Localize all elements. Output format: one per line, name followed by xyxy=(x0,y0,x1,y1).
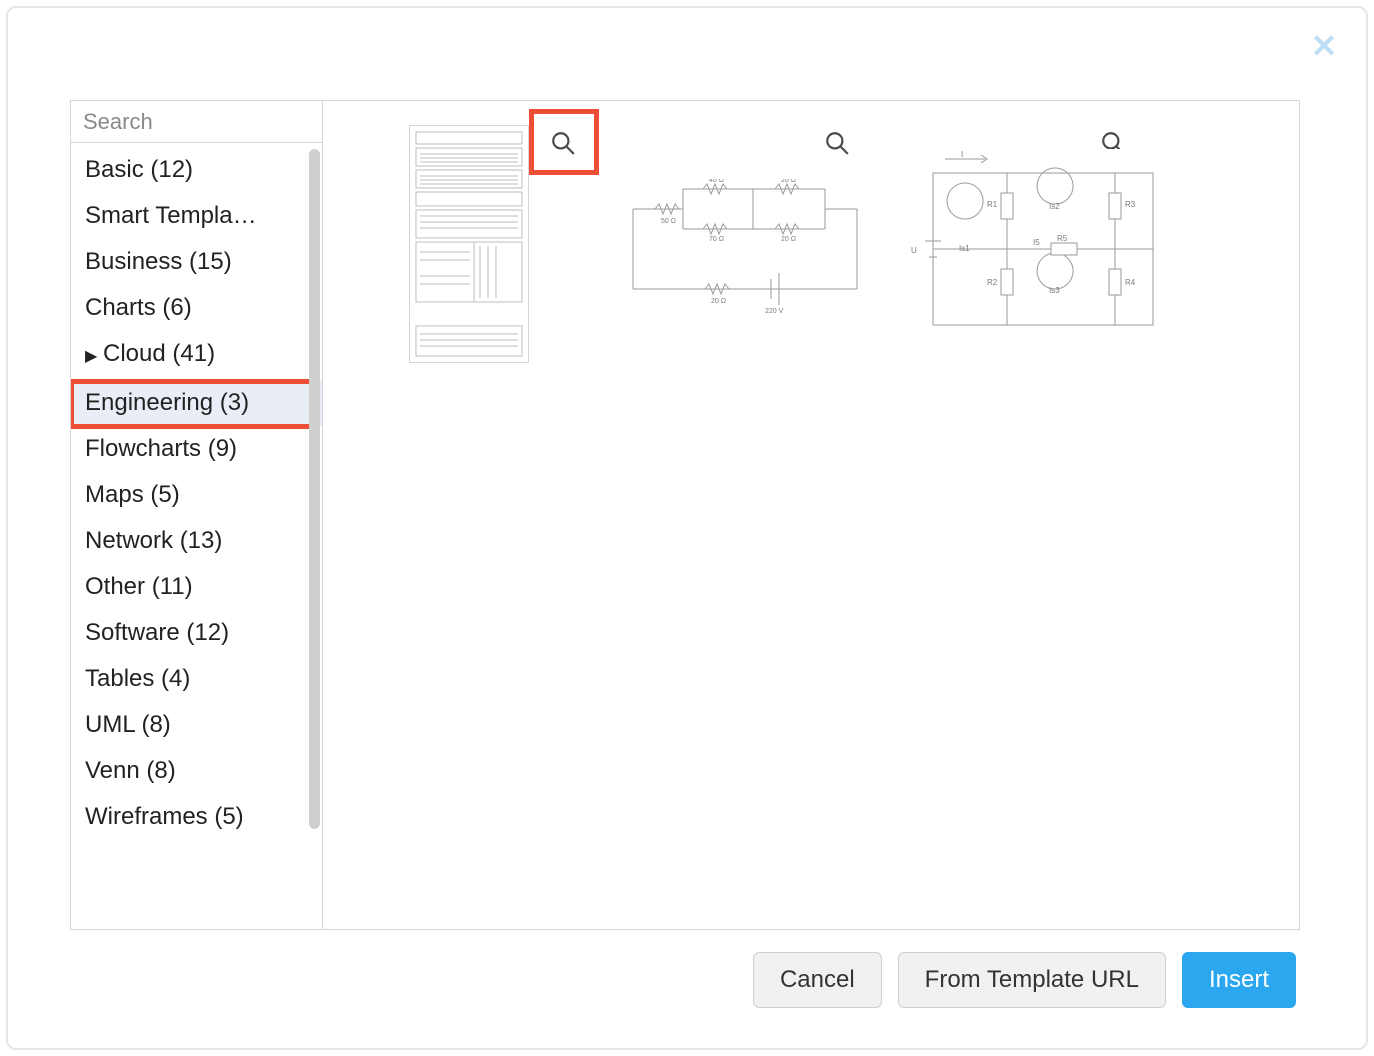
template-thumb-2[interactable]: 50 Ω 40 Ω 20 Ω 70 Ω 20 Ω 20 Ω 220 V xyxy=(615,179,875,319)
category-label: Venn (8) xyxy=(85,757,176,784)
insert-button[interactable]: Insert xyxy=(1182,952,1296,1008)
category-item[interactable]: UML (8) xyxy=(71,702,322,748)
category-item[interactable]: Business (15) xyxy=(71,239,322,285)
label-r40: 40 Ω xyxy=(709,179,724,184)
category-item[interactable]: Charts (6) xyxy=(71,285,322,331)
label-R4: R4 xyxy=(1125,278,1136,287)
label-r50: 50 Ω xyxy=(661,218,676,225)
category-sidebar: Basic (12) Smart Templa… Business (15) Char… xyxy=(70,100,323,930)
scrollbar-thumb[interactable] xyxy=(309,149,320,829)
category-item[interactable]: Smart Templa… xyxy=(71,193,322,239)
dialog-footer: Cancel From Template URL Insert xyxy=(70,952,1296,1008)
category-label: Other (11) xyxy=(85,573,193,600)
category-label: Wireframes (5) xyxy=(85,803,244,830)
cancel-button[interactable]: Cancel xyxy=(753,952,882,1008)
label-r20c: 20 Ω xyxy=(711,298,726,305)
label-I: I xyxy=(961,150,963,159)
category-list: Basic (12) Smart Templa… Business (15) Char… xyxy=(71,143,322,848)
category-item[interactable]: ▶Cloud (41) xyxy=(71,331,322,380)
label-is3: Is3 xyxy=(1049,286,1060,295)
category-label: Engineering (3) xyxy=(85,389,249,416)
zoom-template-1[interactable] xyxy=(547,127,579,159)
category-label: Tables (4) xyxy=(85,665,190,692)
label-R1: R1 xyxy=(987,200,998,209)
close-icon[interactable]: ✕ xyxy=(1308,30,1340,62)
dialog-content: Basic (12) Smart Templa… Business (15) Char… xyxy=(70,100,1300,930)
category-item[interactable]: Venn (8) xyxy=(71,748,322,794)
category-label: Smart Templa… xyxy=(85,202,257,229)
category-item[interactable]: Network (13) xyxy=(71,518,322,564)
search-row xyxy=(71,101,322,143)
label-U: U xyxy=(911,246,917,255)
template-dialog: ✕ Basic (12) Smart Templa… Business (15) Ch… xyxy=(6,6,1368,1050)
label-is2: Is2 xyxy=(1049,202,1060,211)
category-label: Basic (12) xyxy=(85,156,193,183)
template-preview-pane: 50 Ω 40 Ω 20 Ω 70 Ω 20 Ω 20 Ω 220 V xyxy=(323,100,1299,930)
category-label: Network (13) xyxy=(85,527,222,554)
category-item[interactable]: Flowcharts (9) xyxy=(71,426,322,472)
category-item[interactable]: Engineering (3) xyxy=(71,380,322,426)
category-label: Cloud (41) xyxy=(103,340,215,367)
category-item[interactable]: Wireframes (5) xyxy=(71,794,322,840)
category-label: Business (15) xyxy=(85,248,232,275)
zoom-template-2[interactable] xyxy=(821,127,853,159)
category-label: Maps (5) xyxy=(85,481,180,508)
category-item[interactable]: Maps (5) xyxy=(71,472,322,518)
category-item[interactable]: Other (11) xyxy=(71,564,322,610)
category-item[interactable]: Tables (4) xyxy=(71,656,322,702)
label-I5: I5 xyxy=(1033,238,1040,247)
label-R5: R5 xyxy=(1057,234,1068,243)
label-R3: R3 xyxy=(1125,200,1136,209)
label-is1: Is1 xyxy=(959,244,970,253)
label-r70: 70 Ω xyxy=(709,236,724,243)
chevron-right-icon: ▶ xyxy=(85,342,103,372)
category-list-scroll[interactable]: Basic (12) Smart Templa… Business (15) Char… xyxy=(71,143,322,929)
category-label: UML (8) xyxy=(85,711,171,738)
from-template-url-button[interactable]: From Template URL xyxy=(898,952,1166,1008)
category-label: Charts (6) xyxy=(85,294,192,321)
category-label: Software (12) xyxy=(85,619,229,646)
label-R2: R2 xyxy=(987,278,998,287)
category-item[interactable]: Software (12) xyxy=(71,610,322,656)
category-label: Flowcharts (9) xyxy=(85,435,237,462)
template-thumb-1[interactable] xyxy=(409,125,529,363)
label-v: 220 V xyxy=(765,308,784,315)
template-thumb-3[interactable]: I U I5 R1 R2 R3 R4 R5 Is1 Is2 Is3 xyxy=(905,149,1167,339)
category-item[interactable]: Basic (12) xyxy=(71,147,322,193)
label-r20b: 20 Ω xyxy=(781,236,796,243)
label-r20a: 20 Ω xyxy=(781,179,796,184)
